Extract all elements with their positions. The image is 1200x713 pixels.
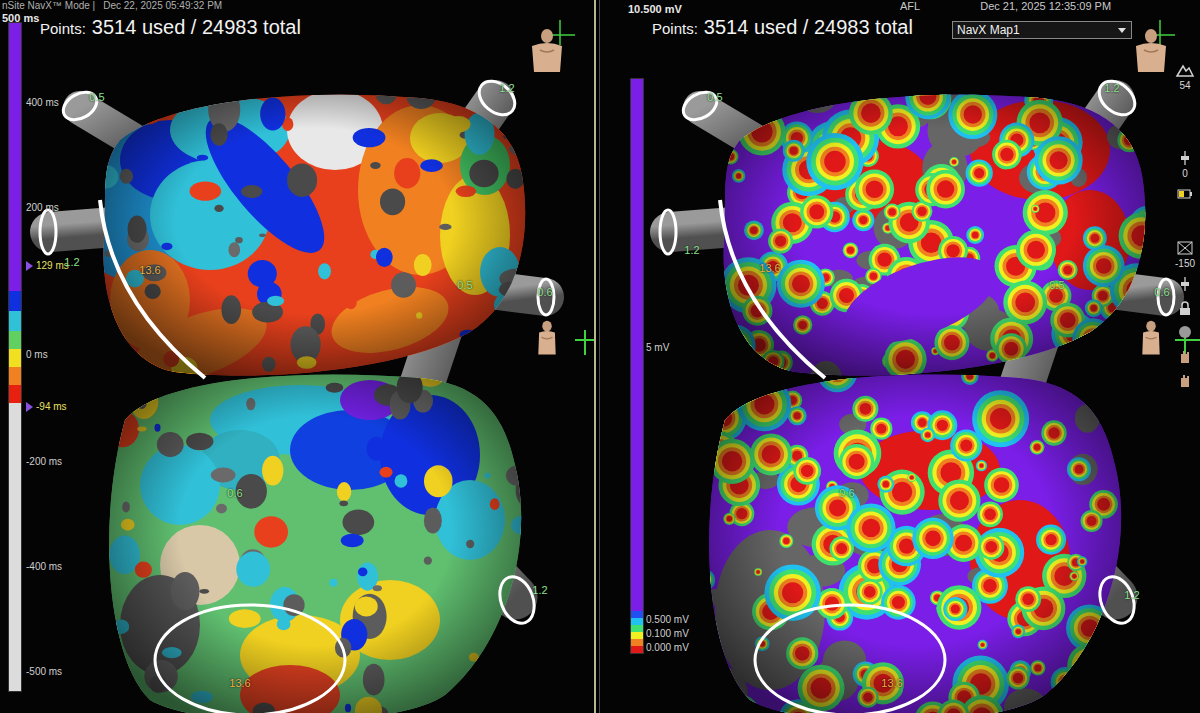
scale-segment (631, 611, 643, 618)
timestamp: Dec 21, 2025 12:35:09 PM (980, 0, 1111, 12)
scale-segment (9, 331, 21, 349)
map-label: 1.2 (499, 82, 514, 94)
scale-segment (631, 625, 643, 632)
scale-tick: 0.000 mV (646, 642, 689, 654)
hand-icon[interactable] (1175, 372, 1195, 388)
map-label: 0.5 (89, 91, 104, 103)
map-canvas[interactable] (600, 0, 1200, 713)
right-pane: AFLDec 21, 2025 12:35:09 PM10.500 mVPoin… (599, 0, 1200, 713)
points-value: 3514 used / 24983 total (92, 16, 301, 39)
scale-tick: 400 ms (26, 97, 59, 109)
tick-label: 0.000 mV (646, 642, 689, 654)
tick-label: 0 ms (26, 349, 48, 361)
map-label: 0.6 (537, 286, 552, 298)
scale-segment (9, 403, 21, 691)
tick-label: 0.100 mV (646, 628, 689, 640)
scale-tick: -400 ms (26, 561, 62, 573)
marker-icon[interactable] (26, 402, 33, 412)
scale-tick: 5 mV (646, 342, 669, 354)
points-label: Points: (652, 20, 698, 37)
scale-segment (631, 646, 643, 653)
toolbar-value: 54 (1179, 80, 1190, 92)
scale-tick: -500 ms (26, 666, 62, 678)
map-select[interactable]: NavX Map1 (952, 21, 1132, 39)
scale-segment (631, 632, 643, 639)
lock-icon[interactable] (1175, 300, 1195, 316)
points-label: Points: (40, 20, 86, 37)
battery-icon[interactable] (1175, 186, 1195, 202)
map-label: 1.2 (64, 256, 79, 268)
scale-segment (631, 639, 643, 646)
left-pane: nSite NavX™ Mode | Dec 22, 2025 05:49:32 … (0, 0, 596, 713)
map-label: 1.2 (532, 584, 547, 596)
slider-icon[interactable] (1175, 276, 1195, 292)
scale-max: 10.500 mV (628, 3, 682, 16)
points-counter: Points: 3514 used / 24983 total (652, 16, 913, 39)
timestamp: Dec 22, 2025 05:49:32 PM (103, 0, 222, 12)
dropdown-arrow-icon[interactable] (1117, 26, 1127, 34)
scale-tick: 0 ms (26, 349, 48, 361)
torso-orientation-icon (532, 318, 562, 358)
map-label: 0.5 (457, 279, 472, 291)
map-label: 13.6 (759, 262, 780, 274)
map-label: 1.2 (1124, 589, 1139, 601)
scale-segment (9, 291, 21, 311)
scale-tick[interactable]: 129 ms (26, 260, 69, 272)
scale-tick: 0.100 mV (646, 628, 689, 640)
map-label: 13.6 (229, 677, 250, 689)
tick-label: 200 ms (26, 202, 59, 214)
tick-label: -400 ms (26, 561, 62, 573)
scale-segment (9, 311, 21, 331)
map-label: 0.6 (839, 487, 854, 499)
scale-tick: 0.500 mV (646, 614, 689, 626)
map-select-value: NavX Map1 (957, 23, 1020, 37)
scale-tick: 200 ms (26, 202, 59, 214)
scale-segment (631, 618, 643, 625)
tick-label: -500 ms (26, 666, 62, 678)
color-scale[interactable] (8, 22, 22, 692)
mode-label: nSite NavX™ Mode | (2, 0, 95, 12)
map-label: 13.6 (881, 677, 902, 689)
box-icon[interactable] (1175, 240, 1195, 256)
slider-icon[interactable] (1175, 150, 1195, 166)
marker-icon[interactable] (26, 261, 33, 271)
view-toolbar: 54 0 -150 (1172, 56, 1198, 390)
hand-icon[interactable] (1175, 348, 1195, 364)
points-counter: Points: 3514 used / 24983 total (40, 16, 301, 39)
title-bar: AFL Dec 21, 2025 12:35:09 PM (900, 0, 1111, 12)
toolbar-value: 0 (1182, 168, 1188, 180)
map-label: 0.6 (227, 487, 242, 499)
title-bar: nSite NavX™ Mode | Dec 22, 2025 05:49:32 … (2, 0, 222, 12)
map-label: 13.6 (139, 264, 160, 276)
sphere-icon[interactable] (1175, 324, 1195, 340)
scale-segment (9, 367, 21, 385)
tick-label: 129 ms (36, 260, 69, 272)
rhythm-title: AFL (900, 0, 920, 12)
scale-segment (9, 385, 21, 403)
tick-label: -94 ms (36, 401, 67, 413)
map-label: 1.2 (1104, 82, 1119, 94)
tick-label: 5 mV (646, 342, 669, 354)
map-label: 0.5 (707, 91, 722, 103)
map-label: 0.6 (1154, 286, 1169, 298)
scale-segment (9, 23, 21, 291)
mountain-icon[interactable] (1175, 62, 1195, 78)
toolbar-value: -150 (1175, 258, 1195, 270)
scale-segment (631, 79, 643, 611)
scale-segment (9, 349, 21, 367)
points-value: 3514 used / 24983 total (704, 16, 913, 39)
scale-tick: -200 ms (26, 456, 62, 468)
color-scale[interactable] (630, 78, 644, 654)
tick-label: -200 ms (26, 456, 62, 468)
map-canvas[interactable] (0, 0, 596, 713)
tick-label: 0.500 mV (646, 614, 689, 626)
tick-label: 400 ms (26, 97, 59, 109)
map-label: 0.5 (1049, 279, 1064, 291)
map-label: 1.2 (684, 244, 699, 256)
torso-orientation-icon (1136, 318, 1166, 358)
torso-orientation-icon (1132, 28, 1170, 74)
scale-tick[interactable]: -94 ms (26, 401, 67, 413)
torso-orientation-icon (528, 28, 566, 74)
